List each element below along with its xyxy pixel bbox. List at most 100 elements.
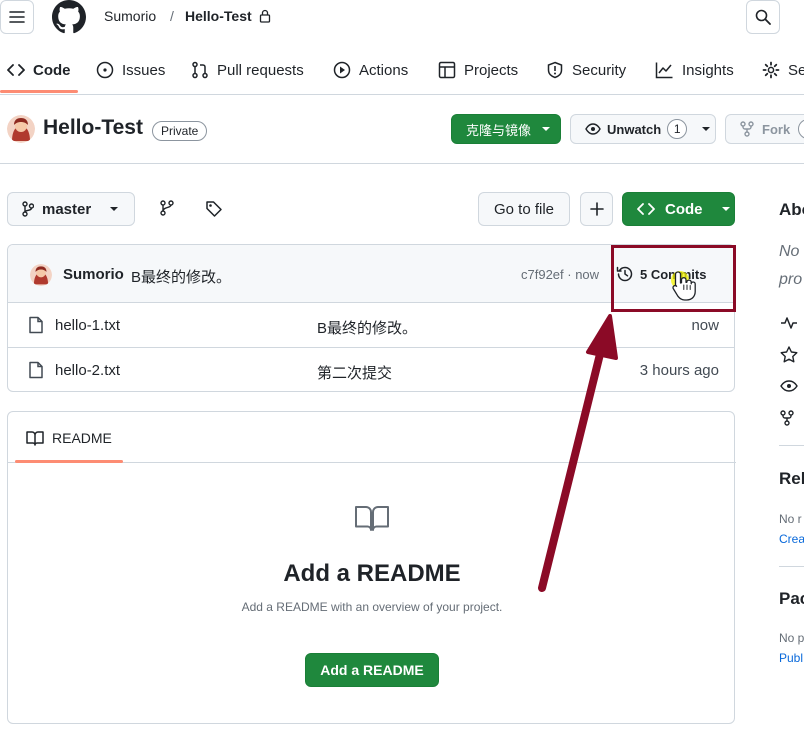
commit-message[interactable]: B最终的修改。 <box>131 266 231 287</box>
about-description: pro <box>779 271 803 288</box>
file-commit-message[interactable]: 第二次提交 <box>317 362 392 383</box>
tab-label: Security <box>572 61 627 79</box>
tab-security[interactable]: Security <box>546 50 626 90</box>
packages-text: No p <box>779 631 804 645</box>
branches-icon[interactable] <box>160 200 174 216</box>
tab-label: Pull requests <box>217 61 304 79</box>
pulse-icon[interactable] <box>780 316 798 330</box>
search-icon <box>755 9 771 25</box>
triangle-down-icon <box>110 207 119 211</box>
triangle-down-icon <box>702 127 711 131</box>
divider <box>779 445 804 446</box>
fork-count <box>798 119 804 139</box>
star-icon[interactable] <box>780 346 798 363</box>
repo-header: Hello-Test Private 克隆与镜像 Unwatch 1 Fork <box>0 96 804 164</box>
file-commit-message[interactable]: B最终的修改。 <box>317 317 417 338</box>
avatar[interactable] <box>30 264 52 286</box>
branch-name: master <box>42 200 92 218</box>
fork-label: Fork <box>762 121 791 137</box>
fork-button[interactable]: Fork <box>725 114 804 144</box>
tab-actions[interactable]: Actions <box>333 50 408 90</box>
add-readme-button[interactable]: Add a README <box>305 653 439 687</box>
repo-nav: Code Issues Pull requests Actions Projec… <box>0 50 804 95</box>
file-commit-time: 3 hours ago <box>639 362 719 379</box>
triangle-down-icon <box>721 207 730 211</box>
search-button[interactable] <box>746 0 780 34</box>
breadcrumb-separator: / <box>170 8 174 24</box>
releases-text: No r <box>779 512 802 526</box>
branch-select-button[interactable]: master <box>7 192 135 226</box>
go-to-file-label: Go to file <box>493 200 555 218</box>
breadcrumb-owner[interactable]: Sumorio <box>104 8 156 24</box>
about-description: No <box>779 243 800 260</box>
file-icon <box>29 316 43 334</box>
add-file-button[interactable] <box>580 192 613 226</box>
go-to-file-button[interactable]: Go to file <box>478 192 570 226</box>
eye-icon[interactable] <box>780 380 798 392</box>
readme-panel: README Add a README Add a README with an… <box>7 411 736 724</box>
tab-label: Issues <box>122 61 166 79</box>
tab-label: Projects <box>464 61 519 79</box>
readme-tab-label: README <box>52 430 112 446</box>
tab-label: Actions <box>359 61 409 79</box>
tab-label: Se <box>788 61 804 79</box>
tab-readme[interactable]: README <box>26 430 112 446</box>
triangle-down-icon <box>542 127 551 131</box>
clone-label: 克隆与镜像 <box>466 122 532 138</box>
tab-pull-requests[interactable]: Pull requests <box>191 50 304 90</box>
eye-icon <box>585 123 601 135</box>
menu-button[interactable] <box>0 0 34 34</box>
readme-subtext: Add a README with an overview of your pr… <box>241 600 503 614</box>
shield-icon <box>547 61 563 79</box>
plus-icon <box>589 202 604 216</box>
github-logo-icon[interactable] <box>52 0 86 34</box>
watch-count: 1 <box>667 119 688 139</box>
table-row[interactable]: hello-2.txt 第二次提交 3 hours ago <box>8 348 734 391</box>
lock-icon <box>259 9 271 23</box>
book-icon <box>355 506 389 531</box>
releases-heading[interactable]: Rel <box>779 469 804 489</box>
publish-package-link[interactable]: Publ <box>779 651 803 665</box>
hand-cursor-icon <box>671 271 696 301</box>
repo-title[interactable]: Hello-Test <box>43 116 143 140</box>
book-icon <box>26 431 44 446</box>
issue-opened-icon <box>96 61 114 79</box>
graph-icon <box>655 62 673 79</box>
git-branch-icon <box>22 201 34 217</box>
visibility-badge: Private <box>152 121 208 141</box>
top-bar: Sumorio / Hello-Test <box>0 0 804 36</box>
unwatch-button[interactable]: Unwatch 1 <box>570 114 716 144</box>
repo-forked-icon[interactable] <box>780 410 794 426</box>
create-release-link[interactable]: Crea <box>779 532 804 546</box>
tab-label: Insights <box>682 61 734 79</box>
tab-code[interactable]: Code <box>7 50 71 90</box>
watch-label: Unwatch <box>607 121 662 137</box>
commit-author[interactable]: Sumorio <box>63 266 124 283</box>
tab-settings[interactable]: Se <box>762 50 804 90</box>
active-tab-indicator <box>0 90 78 93</box>
tag-icon[interactable] <box>205 200 223 218</box>
code-dropdown-button[interactable]: Code <box>622 192 735 226</box>
add-readme-label: Add a README <box>320 662 424 678</box>
file-name[interactable]: hello-1.txt <box>55 317 120 334</box>
readme-heading: Add a README <box>283 560 461 587</box>
breadcrumb-repo[interactable]: Hello-Test <box>185 8 252 24</box>
code-icon <box>637 203 655 215</box>
about-heading: Abo <box>779 200 804 219</box>
tab-projects[interactable]: Projects <box>438 50 518 90</box>
table-icon <box>438 61 456 79</box>
avatar[interactable] <box>7 115 35 143</box>
tab-label: Code <box>33 61 71 79</box>
gear-icon <box>762 61 780 79</box>
code-label: Code <box>665 200 703 218</box>
play-icon <box>333 61 351 79</box>
file-name[interactable]: hello-2.txt <box>55 362 120 379</box>
packages-heading[interactable]: Pac <box>779 589 804 609</box>
clone-mirror-button[interactable]: 克隆与镜像 <box>451 114 561 144</box>
tab-issues[interactable]: Issues <box>96 50 165 90</box>
file-commit-time: now <box>691 317 719 334</box>
tab-insights[interactable]: Insights <box>655 50 734 90</box>
commit-hash-time[interactable]: c7f92ef · now <box>521 267 599 282</box>
repo-forked-icon <box>740 121 754 137</box>
git-pull-request-icon <box>192 61 208 79</box>
